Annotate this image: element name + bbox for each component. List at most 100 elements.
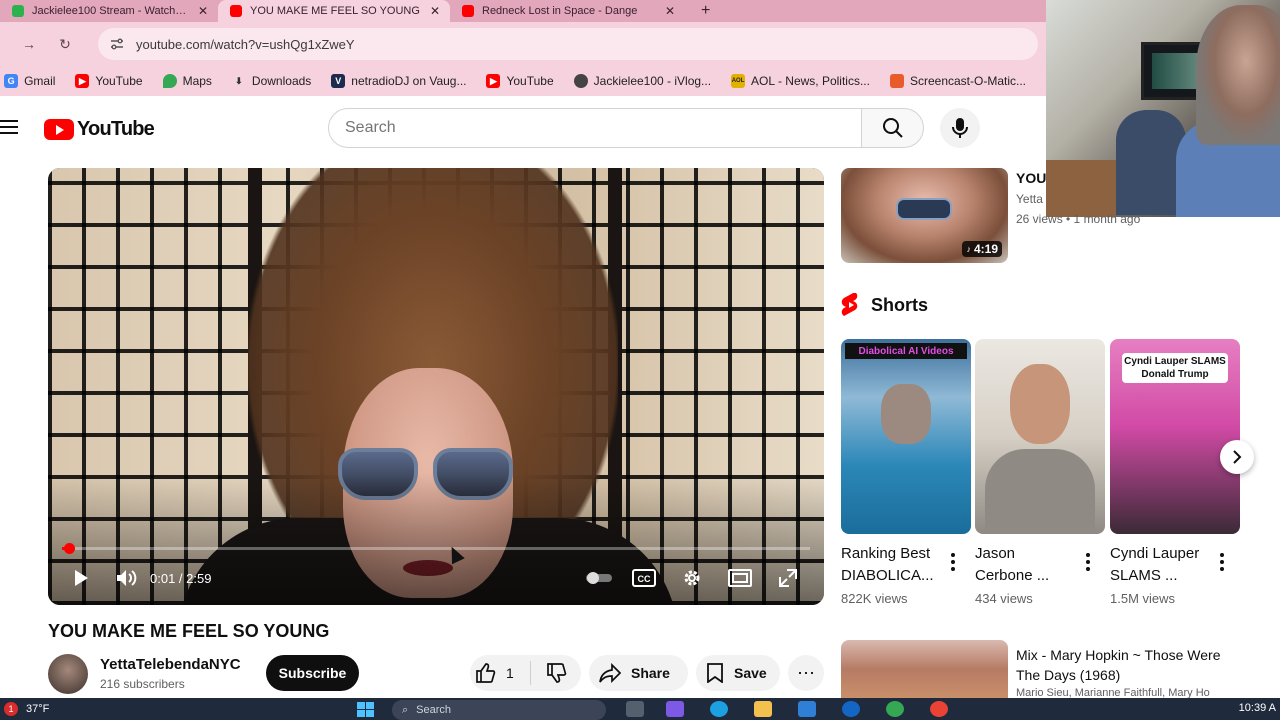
tab-close-icon[interactable]: ✕ [430, 4, 440, 18]
tab-favicon-icon [230, 5, 242, 17]
short-menu-icon[interactable] [949, 553, 957, 571]
chrome-icon[interactable] [886, 701, 904, 717]
shorts-logo-icon [841, 293, 858, 316]
duration-label: 4:19 [973, 242, 998, 256]
bookmark-downloads[interactable]: ⬇ Downloads [232, 74, 311, 88]
bookmark-label: YouTube [95, 74, 143, 88]
mix-title[interactable]: Mix - Mary Hopkin ~ Those Were The Days … [1016, 645, 1236, 685]
bookmark-icon [707, 663, 723, 683]
bookmark-ivlog[interactable]: Jackielee100 - iVlog... [573, 74, 711, 88]
play-icon [75, 570, 88, 586]
short-title-line: Cerbone ... [975, 567, 1050, 584]
tab-title: Jackielee100 Stream - Watch Liv [32, 5, 188, 17]
short-title-line: SLAMS ... [1110, 567, 1178, 584]
taskbar-search[interactable]: ⌕ Search [392, 700, 606, 720]
short-thumbnail-1[interactable]: Diabolical AI Videos [841, 339, 971, 534]
like-dislike-group: 1 [470, 655, 581, 691]
settings-button[interactable] [668, 567, 716, 589]
bookmark-label: Maps [182, 74, 212, 88]
youtube-logo[interactable]: YouTube [44, 118, 155, 141]
edge-icon[interactable] [710, 701, 728, 717]
progress-bar[interactable] [62, 543, 810, 554]
address-bar[interactable]: youtube.com/watch?v=ushQg1xZweY [98, 28, 1038, 60]
miniplayer-button[interactable] [716, 569, 764, 587]
channel-avatar[interactable] [48, 654, 88, 694]
search-icon: ⌕ [402, 703, 409, 716]
bookmark-maps[interactable]: Maps [162, 74, 212, 88]
browser-tab-3[interactable]: Redneck Lost in Space - Dange ✕ [450, 0, 685, 22]
browser-tab-1[interactable]: Jackielee100 Stream - Watch Liv ✕ [0, 0, 218, 22]
short-thumbnail-3[interactable]: Cyndi Lauper SLAMS Donald Trump [1110, 339, 1240, 534]
bookmark-gmail[interactable]: G Gmail [4, 74, 55, 88]
task-view-icon[interactable] [626, 701, 644, 717]
bookmark-label: YouTube [506, 74, 554, 88]
url-text: youtube.com/watch?v=ushQg1xZweY [136, 36, 355, 52]
bookmark-screencast[interactable]: Screencast-O-Matic... [889, 74, 1026, 88]
new-tab-button[interactable]: + [701, 2, 710, 20]
menu-icon[interactable] [0, 120, 18, 138]
search-input[interactable]: Search [328, 108, 862, 148]
browser-tab-2[interactable]: YOU MAKE ME FEEL SO YOUNG ✕ [218, 0, 450, 22]
video-player[interactable]: 0:01 / 2:59 CC [48, 168, 824, 605]
file-explorer-icon[interactable] [754, 701, 772, 717]
forward-icon[interactable]: → [14, 36, 44, 52]
like-count: 1 [506, 665, 514, 681]
hp-icon[interactable] [842, 701, 860, 717]
reload-icon[interactable]: ↻ [50, 36, 80, 53]
voice-search-button[interactable] [940, 108, 980, 148]
tab-title: YOU MAKE ME FEEL SO YOUNG [250, 5, 420, 17]
shorts-next-button[interactable] [1220, 440, 1254, 474]
video-duration: ♪ 4:19 [962, 241, 1002, 257]
bookmark-aol[interactable]: AOL AOL - News, Politics... [731, 74, 870, 88]
player-controls: 0:01 / 2:59 CC [48, 558, 824, 598]
tab-close-icon[interactable]: ✕ [665, 4, 675, 18]
short-figure [881, 384, 931, 444]
bookmark-label: AOL - News, Politics... [751, 74, 870, 88]
short-title-line: Jason [975, 545, 1016, 562]
channel-name[interactable]: YettaTelebendaNYC [100, 656, 241, 673]
mix-thumbnail[interactable] [841, 640, 1008, 698]
bookmark-label: Downloads [251, 74, 312, 88]
bookmark-youtube[interactable]: ▶ YouTube [75, 74, 143, 88]
share-button[interactable]: Share [589, 655, 688, 691]
short-menu-icon[interactable] [1084, 553, 1092, 571]
weather-widget[interactable]: 1 37°F [4, 702, 49, 716]
short-thumbnail-2[interactable] [975, 339, 1105, 534]
more-actions-icon[interactable]: ⋯ [788, 655, 824, 691]
dislike-button[interactable] [531, 662, 581, 684]
volume-button[interactable] [112, 568, 142, 588]
short-overlay-text: Cyndi Lauper SLAMS Donald Trump [1122, 353, 1228, 383]
recommended-title[interactable]: YOU [1016, 170, 1046, 186]
thumbnail-sunglasses [896, 198, 952, 220]
short-title-3[interactable]: Cyndi Lauper SLAMS ... [1110, 543, 1199, 587]
bookmark-youtube-2[interactable]: ▶ YouTube [486, 74, 554, 88]
copilot-icon[interactable] [666, 701, 684, 717]
subscribe-button[interactable]: Subscribe [266, 655, 359, 691]
save-button[interactable]: Save [696, 655, 780, 691]
share-icon [599, 663, 621, 683]
shorts-indicator-icon: ♪ [966, 244, 971, 254]
windows-start-icon[interactable] [356, 702, 376, 718]
chrome-profile-icon[interactable] [930, 701, 948, 717]
fullscreen-button[interactable] [764, 567, 812, 589]
like-button[interactable]: 1 [470, 662, 530, 684]
browser-toolbar: → ↻ youtube.com/watch?v=ushQg1xZweY [0, 22, 1046, 66]
youtube-play-logo-icon [44, 119, 74, 140]
short-title-2[interactable]: Jason Cerbone ... [975, 543, 1049, 587]
autoplay-toggle[interactable] [580, 571, 620, 585]
store-icon[interactable] [798, 701, 816, 717]
share-label: Share [631, 665, 670, 681]
recommended-thumbnail[interactable]: ♪ 4:19 [841, 168, 1008, 263]
thumbs-down-icon [547, 663, 567, 683]
play-button[interactable] [68, 569, 94, 587]
download-icon: ⬇ [235, 75, 243, 86]
tab-close-icon[interactable]: ✕ [198, 4, 208, 18]
bookmark-vaughn[interactable]: VnetradioDJ on Vaug... [331, 74, 466, 88]
search-button[interactable] [862, 108, 924, 148]
short-menu-icon[interactable] [1218, 553, 1226, 571]
short-title-1[interactable]: Ranking Best DIABOLICA... [841, 543, 934, 587]
recommended-channel[interactable]: Yetta [1016, 192, 1043, 206]
site-settings-icon[interactable] [110, 37, 124, 51]
captions-button[interactable]: CC [620, 569, 668, 587]
gear-icon [684, 570, 700, 586]
